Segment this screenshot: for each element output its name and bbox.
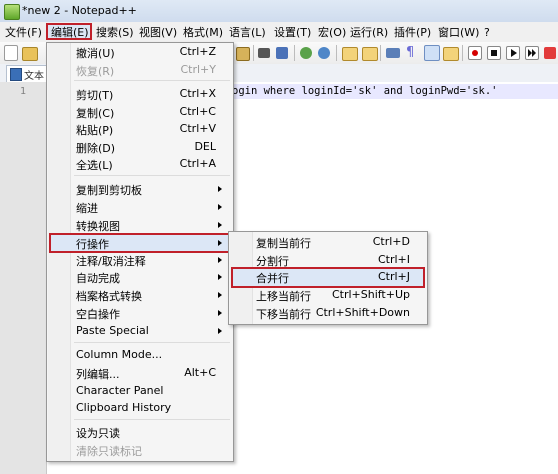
menu-item-eol-conversion[interactable]: 档案格式转换 (76, 288, 142, 304)
window-title: *new 2 - Notepad++ (22, 4, 137, 17)
menu-item-set-read-only[interactable]: 设为只读 (76, 425, 120, 441)
open-file-icon[interactable] (22, 47, 38, 61)
shortcut-split-lines: Ctrl+I (377, 253, 410, 266)
menu-plugins[interactable]: 插件(P) (394, 25, 431, 40)
line-number: 1 (20, 86, 27, 97)
submenu-arrow-icon (218, 222, 222, 228)
stop-macro-icon[interactable] (487, 46, 501, 60)
menu-item-clear-read-only[interactable]: 清除只读标记 (76, 443, 142, 459)
menu-item-delete[interactable]: 删除(D) (76, 140, 115, 156)
submenu-item-join-lines[interactable]: 合并行 (256, 270, 289, 286)
menu-item-paste[interactable]: 粘贴(P) (76, 122, 113, 138)
menu-item-cut[interactable]: 剪切(T) (76, 87, 113, 103)
code-line[interactable]: ogin where loginId='sk' and loginPwd='sk… (232, 85, 498, 97)
menu-search[interactable]: 搜索(S) (96, 25, 134, 40)
show-all-chars-icon[interactable]: ¶ (406, 46, 416, 59)
shortcut-redo: Ctrl+Y (180, 63, 216, 76)
shortcut-cut: Ctrl+X (179, 87, 216, 100)
submenu-item-move-line-up[interactable]: 上移当前行 (256, 288, 311, 304)
menu-item-convert-case[interactable]: 转换视图 (76, 218, 120, 234)
shortcut-duplicate-line: Ctrl+D (372, 235, 410, 248)
shortcut-delete: DEL (194, 140, 216, 153)
play-macro-icon[interactable] (506, 46, 520, 60)
menu-item-indent[interactable]: 缩进 (76, 200, 98, 216)
menu-item-blank-operations[interactable]: 空白操作 (76, 306, 120, 322)
submenu-arrow-icon (218, 328, 222, 334)
shortcut-join-lines: Ctrl+J (377, 270, 410, 283)
submenu-arrow-icon (218, 310, 222, 316)
submenu-arrow-icon (218, 204, 222, 210)
menu-item-clipboard-history[interactable]: Clipboard History (76, 401, 171, 414)
find-icon[interactable] (258, 48, 270, 58)
submenu-item-duplicate-line[interactable]: 复制当前行 (256, 235, 311, 251)
indent-guide-icon[interactable] (424, 45, 440, 61)
paste-icon[interactable] (236, 47, 250, 61)
record-macro-icon[interactable] (468, 46, 482, 60)
notepadpp-app-icon (4, 4, 20, 20)
user-lang-icon[interactable] (443, 47, 459, 61)
submenu-arrow-icon (218, 257, 222, 263)
menu-language[interactable]: 语言(L) (229, 25, 266, 40)
menu-item-character-panel[interactable]: Character Panel (76, 384, 163, 397)
new-file-icon[interactable] (4, 45, 18, 61)
menu-item-column-editor[interactable]: 列编辑... (76, 366, 120, 382)
menu-settings[interactable]: 设置(T) (274, 25, 311, 40)
shortcut-move-line-down: Ctrl+Shift+Down (315, 306, 410, 319)
menu-item-copy-to-clipboard[interactable]: 复制到剪切板 (76, 182, 142, 198)
run-macro-multiple-icon[interactable] (525, 46, 539, 60)
menu-item-select-all[interactable]: 全选(L) (76, 157, 113, 173)
shortcut-column-editor: Alt+C (184, 366, 216, 379)
submenu-arrow-icon (218, 292, 222, 298)
shortcut-copy: Ctrl+C (179, 105, 216, 118)
menu-separator (74, 175, 230, 176)
sync-vertical-icon[interactable] (342, 47, 358, 61)
submenu-arrow-icon (218, 240, 222, 246)
submenu-item-split-lines[interactable]: 分割行 (256, 253, 289, 269)
menu-item-auto-complete[interactable]: 自动完成 (76, 270, 120, 286)
sync-horizontal-icon[interactable] (362, 47, 378, 61)
menu-window[interactable]: 窗口(W) (438, 25, 479, 40)
menu-macro[interactable]: 宏(O) (318, 25, 346, 40)
menu-item-paste-special[interactable]: Paste Special (76, 324, 149, 337)
shortcut-move-line-up: Ctrl+Shift+Up (331, 288, 410, 301)
submenu-arrow-icon (218, 274, 222, 280)
menu-file[interactable]: 文件(F) (5, 25, 42, 40)
submenu-arrow-icon (218, 186, 222, 192)
shortcut-select-all: Ctrl+A (179, 157, 216, 170)
line-number-gutter (0, 82, 47, 474)
menu-item-redo[interactable]: 恢复(R) (76, 63, 114, 79)
menu-help[interactable]: ? (484, 25, 490, 40)
menu-item-comment[interactable]: 注释/取消注释 (76, 253, 146, 269)
menu-item-undo[interactable]: 撤消(U) (76, 45, 115, 61)
menu-format[interactable]: 格式(M) (183, 25, 223, 40)
shortcut-undo: Ctrl+Z (179, 45, 216, 58)
menu-separator (74, 80, 230, 81)
save-state-icon (10, 68, 22, 81)
replace-icon[interactable] (276, 47, 288, 59)
submenu-item-move-line-down[interactable]: 下移当前行 (256, 306, 311, 322)
menu-item-column-mode[interactable]: Column Mode... (76, 348, 162, 361)
menu-edit[interactable]: 编辑(E) (51, 25, 89, 40)
word-wrap-icon[interactable] (386, 48, 400, 58)
menu-separator (74, 342, 230, 343)
save-macro-icon[interactable] (544, 47, 556, 59)
menu-item-copy[interactable]: 复制(C) (76, 105, 114, 121)
zoom-in-icon[interactable] (300, 47, 312, 59)
menu-run[interactable]: 运行(R) (350, 25, 388, 40)
shortcut-paste: Ctrl+V (179, 122, 216, 135)
menu-separator (74, 419, 230, 420)
document-tab-label: 文本 (24, 71, 44, 82)
menu-view[interactable]: 视图(V) (139, 25, 177, 40)
menu-item-line-operations[interactable]: 行操作 (76, 236, 109, 252)
zoom-out-icon[interactable] (318, 47, 330, 59)
